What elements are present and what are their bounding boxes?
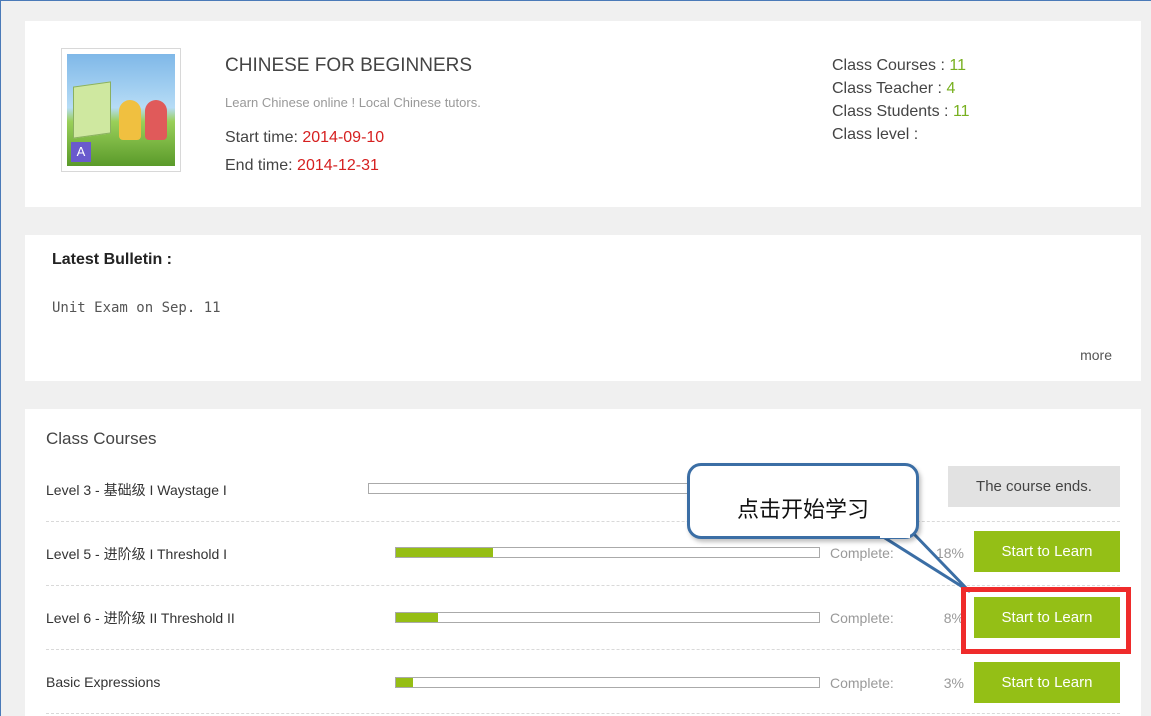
stat-students: Class Students : 11 [832, 100, 970, 123]
start-to-learn-button[interactable]: Start to Learn [974, 531, 1120, 572]
progress-bar [395, 547, 820, 558]
complete-label: Complete: [830, 545, 894, 561]
start-time-label: Start time: [225, 129, 298, 146]
stat-teacher: Class Teacher : 4 [832, 77, 970, 100]
course-name: Level 5 - 进阶级 I Threshold I [46, 545, 228, 562]
course-row: Basic Expressions Complete: 3% Start to … [46, 650, 1120, 714]
class-info-card: A CHINESE FOR BEGINNERS Learn Chinese on… [25, 21, 1141, 207]
end-time-label: End time: [225, 157, 293, 174]
stat-level: Class level : [832, 123, 970, 146]
stat-level-label: Class level : [832, 126, 919, 143]
complete-percent: 8% [943, 610, 964, 626]
progress-fill [396, 678, 413, 687]
class-thumbnail[interactable]: A [61, 48, 181, 172]
courses-card: Class Courses Level 3 - 基础级 I Waystage I… [25, 409, 1141, 716]
progress-bar [395, 677, 820, 688]
bulletin-item[interactable]: Unit Exam on Sep. 11 [52, 300, 221, 316]
bulletin-card: Latest Bulletin : Unit Exam on Sep. 11 m… [25, 235, 1141, 381]
stat-courses: Class Courses : 11 [832, 54, 970, 77]
start-time-value: 2014-09-10 [302, 129, 385, 146]
start-to-learn-button[interactable]: Start to Learn [974, 597, 1120, 638]
course-name: Basic Expressions [46, 673, 161, 690]
course-name: Level 3 - 基础级 I Waystage I [46, 481, 227, 498]
course-name: Level 6 - 进阶级 II Threshold II [46, 609, 235, 626]
courses-title: Class Courses [46, 429, 157, 448]
class-title: CHINESE FOR BEGINNERS [225, 55, 473, 76]
letter-block: A [71, 142, 91, 162]
class-stats: Class Courses : 11 Class Teacher : 4 Cla… [832, 54, 970, 146]
class-subtitle: Learn Chinese online ! Local Chinese tut… [225, 95, 481, 110]
stat-teacher-label: Class Teacher : [832, 80, 942, 97]
complete-percent: 18% [935, 545, 964, 561]
stat-courses-label: Class Courses : [832, 57, 945, 74]
course-row: Level 3 - 基础级 I Waystage I The course en… [46, 458, 1120, 522]
stat-teacher-value: 4 [946, 80, 956, 97]
progress-bar [395, 612, 820, 623]
progress-fill [396, 548, 494, 557]
stat-courses-value: 11 [949, 57, 966, 74]
complete-label: Complete: [830, 610, 894, 626]
kid-illustration [119, 100, 141, 140]
end-time-value: 2014-12-31 [297, 157, 379, 174]
callout-bubble: 点击开始学习 [687, 463, 919, 539]
complete-percent: 3% [943, 675, 964, 691]
course-ended-button: The course ends. [948, 466, 1120, 507]
course-row: Level 5 - 进阶级 I Threshold I Complete: 18… [46, 522, 1120, 586]
bulletin-title: Latest Bulletin : [52, 251, 173, 268]
class-thumbnail-image: A [67, 54, 175, 166]
start-time-row: Start time: 2014-09-10 [225, 129, 384, 147]
stat-students-value: 11 [952, 103, 970, 120]
stat-students-label: Class Students : [832, 103, 949, 120]
complete-label: Complete: [830, 675, 894, 691]
more-link[interactable]: more [1080, 347, 1112, 363]
callout-text: 点击开始学习 [736, 498, 869, 523]
start-to-learn-button[interactable]: Start to Learn [974, 662, 1120, 703]
kid-illustration [145, 100, 167, 140]
progress-fill [396, 613, 439, 622]
book-illustration [73, 81, 111, 139]
course-row: Level 6 - 进阶级 II Threshold II Complete: … [46, 586, 1120, 650]
end-time-row: End time: 2014-12-31 [225, 157, 379, 175]
